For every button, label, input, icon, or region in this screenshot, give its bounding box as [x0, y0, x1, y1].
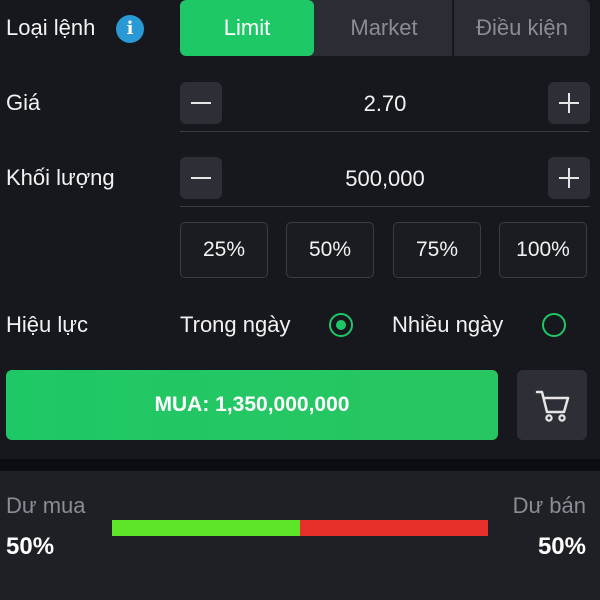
quantity-input[interactable]	[240, 153, 530, 205]
quantity-label: Khối lượng	[6, 165, 115, 190]
depth-bar-buy	[112, 520, 300, 536]
validity-multi-day-radio[interactable]	[542, 313, 566, 337]
market-depth-panel: Dư mua 50% Dư bán 50%	[0, 471, 600, 600]
price-increase-button[interactable]	[548, 82, 590, 124]
sell-depth-label: Dư bán	[512, 493, 586, 518]
cart-button[interactable]	[517, 370, 587, 440]
price-input[interactable]	[240, 78, 530, 130]
quantity-stepper	[180, 153, 590, 207]
pct-25-button[interactable]: 25%	[180, 222, 268, 278]
sell-depth-percent: 50%	[537, 533, 586, 560]
cart-icon	[535, 390, 570, 422]
buy-depth-percent: 50%	[6, 533, 55, 560]
section-divider	[0, 459, 600, 471]
order-type-label: Loại lệnh	[6, 15, 96, 40]
radio-selected-dot	[336, 320, 346, 330]
tab-limit[interactable]: Limit	[180, 0, 314, 56]
buy-depth-label: Dư mua	[6, 493, 86, 518]
validity-label: Hiệu lực	[6, 312, 88, 337]
validity-today-radio[interactable]	[329, 313, 353, 337]
tab-market[interactable]: Market	[316, 0, 452, 56]
quantity-decrease-button[interactable]	[180, 157, 222, 199]
pct-50-button[interactable]: 50%	[286, 222, 374, 278]
minus-icon	[191, 102, 211, 104]
info-icon[interactable]: i	[116, 15, 144, 43]
price-underline	[180, 131, 590, 132]
order-form: Loại lệnh i Limit Market Điều kiện Giá K…	[0, 0, 600, 460]
depth-ratio-bar	[112, 520, 488, 536]
validity-today-label[interactable]: Trong ngày	[180, 312, 290, 338]
price-stepper	[180, 78, 590, 132]
price-label: Giá	[6, 90, 41, 115]
pct-100-button[interactable]: 100%	[499, 222, 587, 278]
buy-button[interactable]: MUA: 1,350,000,000	[6, 370, 498, 440]
quantity-increase-button[interactable]	[548, 157, 590, 199]
pct-75-button[interactable]: 75%	[393, 222, 481, 278]
order-type-tabs: Limit Market Điều kiện	[180, 0, 590, 56]
quantity-underline	[180, 206, 590, 207]
depth-bar-sell	[300, 520, 488, 536]
validity-multi-day-label[interactable]: Nhiều ngày	[392, 312, 503, 338]
price-decrease-button[interactable]	[180, 82, 222, 124]
minus-icon	[191, 177, 211, 179]
tab-conditional[interactable]: Điều kiện	[454, 0, 590, 56]
